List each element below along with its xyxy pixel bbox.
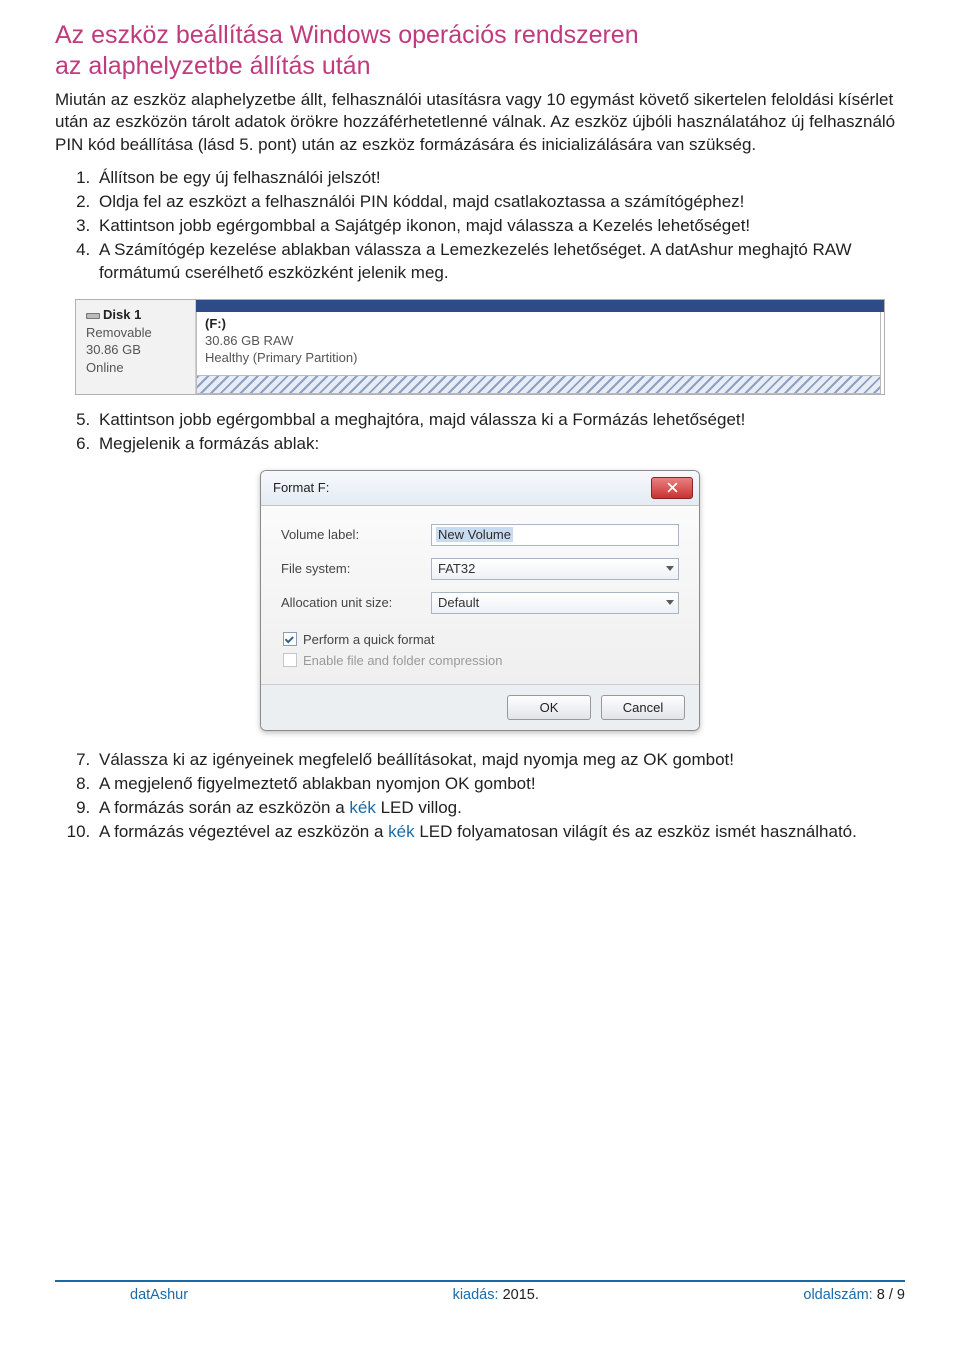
disk-status: Online [86, 359, 187, 377]
step-item: A megjelenő figyelmeztető ablakban nyomj… [95, 773, 905, 796]
dialog-title: Format F: [273, 480, 329, 495]
step-item: Kattintson jobb egérgombbal a meghajtóra… [95, 409, 905, 432]
compression-checkbox[interactable] [283, 653, 297, 667]
quick-format-label: Perform a quick format [303, 632, 435, 647]
disk-name: Disk 1 [86, 306, 187, 324]
page-heading: Az eszköz beállítása Windows operációs r… [55, 20, 905, 83]
disk-type: Removable [86, 324, 187, 342]
filesystem-select[interactable]: FAT32 [431, 558, 679, 580]
blue-led-text: kék [349, 798, 375, 817]
partition-size: 30.86 GB RAW [205, 333, 872, 350]
compression-label: Enable file and folder compression [303, 653, 502, 668]
disk-summary-pane: Disk 1 Removable 30.86 GB Online [76, 300, 196, 394]
disk-partition: (F:) 30.86 GB RAW Healthy (Primary Parti… [196, 312, 881, 394]
partition-drive-letter: (F:) [205, 316, 872, 333]
ok-button[interactable]: OK [507, 695, 591, 720]
close-icon [667, 482, 678, 493]
step-list-3: Válassza ki az igényeinek megfelelő beál… [55, 749, 905, 844]
partition-hatched-bar [197, 375, 880, 393]
allocation-label: Allocation unit size: [281, 595, 431, 610]
intro-paragraph: Miután az eszköz alaphelyzetbe állt, fel… [55, 89, 905, 158]
disk-management-screenshot: Disk 1 Removable 30.86 GB Online (F:) 30… [75, 299, 885, 395]
disk-partition-pane: (F:) 30.86 GB RAW Healthy (Primary Parti… [196, 300, 884, 394]
allocation-select[interactable]: Default [431, 592, 679, 614]
step-item: A Számítógép kezelése ablakban válassza … [95, 239, 905, 285]
footer-product: datAshur [130, 1287, 188, 1303]
volume-label-label: Volume label: [281, 527, 431, 542]
disk-icon [86, 311, 100, 321]
disk-size: 30.86 GB [86, 341, 187, 359]
quick-format-checkbox[interactable] [283, 632, 297, 646]
dialog-body: Volume label: New Volume File system: FA… [261, 506, 699, 684]
step-item: A formázás során az eszközön a kék LED v… [95, 797, 905, 820]
step-item: Oldja fel az eszközt a felhasználói PIN … [95, 191, 905, 214]
blue-led-text: kék [388, 822, 414, 841]
step-item: Állítson be egy új felhasználói jelszót! [95, 167, 905, 190]
partition-health: Healthy (Primary Partition) [205, 350, 872, 367]
page-footer: datAshur kiadás: 2015. oldalszám: 8 / 9 [0, 1285, 960, 1331]
step-list-2: Kattintson jobb egérgombbal a meghajtóra… [55, 409, 905, 456]
heading-line-1: Az eszköz beállítása Windows operációs r… [55, 21, 639, 49]
allocation-value: Default [438, 595, 479, 610]
format-dialog: Format F: Volume label: New Volume File … [260, 470, 700, 731]
close-button[interactable] [651, 477, 693, 499]
footer-page-number: oldalszám: 8 / 9 [803, 1287, 905, 1303]
filesystem-value: FAT32 [438, 561, 475, 576]
step-item: A formázás végeztével az eszközön a kék … [95, 821, 905, 844]
step-list-1: Állítson be egy új felhasználói jelszót!… [55, 167, 905, 285]
step-item: Megjelenik a formázás ablak: [95, 433, 905, 456]
chevron-down-icon [666, 566, 674, 571]
cancel-button[interactable]: Cancel [601, 695, 685, 720]
footer-rule [55, 1280, 905, 1282]
dialog-footer: OK Cancel [261, 684, 699, 730]
footer-issue: kiadás: 2015. [453, 1287, 539, 1303]
heading-line-2: az alaphelyzetbe állítás után [55, 52, 371, 80]
chevron-down-icon [666, 600, 674, 605]
step-item: Válassza ki az igényeinek megfelelő beál… [95, 749, 905, 772]
filesystem-label: File system: [281, 561, 431, 576]
volume-label-input[interactable]: New Volume [431, 524, 679, 546]
disk-header-bar [196, 300, 884, 312]
volume-label-value: New Volume [436, 527, 513, 542]
dialog-titlebar: Format F: [261, 471, 699, 506]
step-item: Kattintson jobb egérgombbal a Sajátgép i… [95, 215, 905, 238]
